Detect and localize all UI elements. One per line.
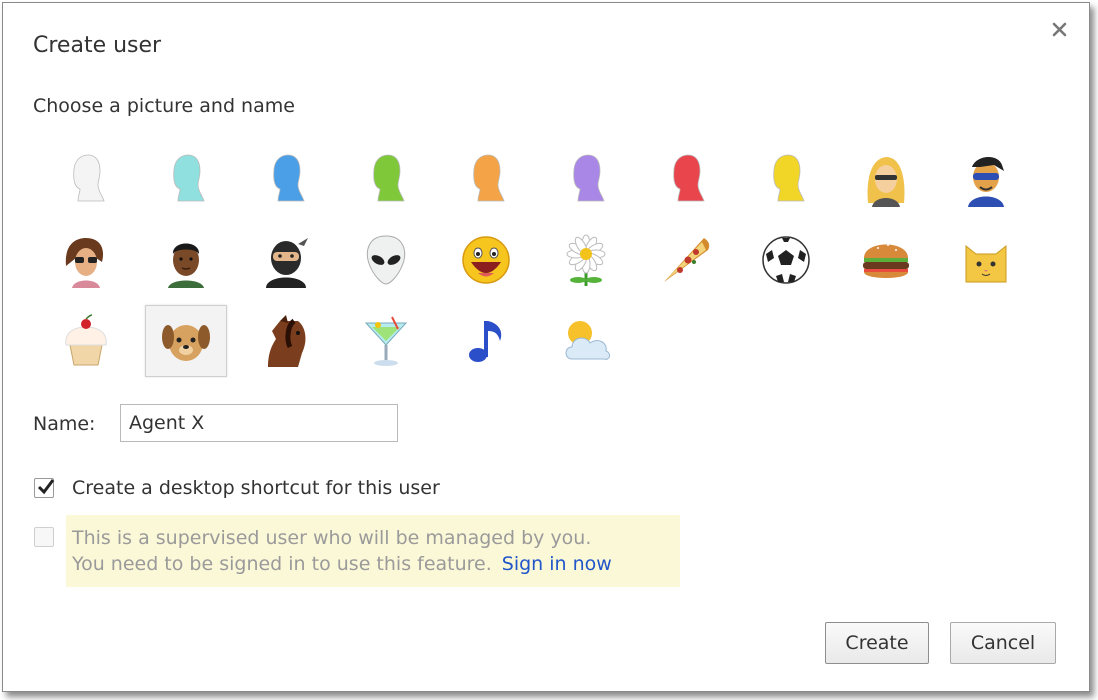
avatar-cupcake[interactable] [45,305,127,377]
avatar-cyan-silhouette[interactable] [145,143,227,215]
avatar-cat[interactable] [945,224,1027,296]
alien-icon [366,235,406,285]
supervised-line-2: You need to be signed in to use this fea… [72,553,492,575]
yellow-silhouette-icon [773,154,805,202]
shortcut-label: Create a desktop shortcut for this user [72,477,440,499]
name-label: Name: [33,413,96,435]
green-silhouette-icon [373,154,405,202]
avatar-music-note[interactable] [445,305,527,377]
close-icon[interactable] [1049,19,1071,41]
avatar-sun-cloud[interactable] [545,305,627,377]
avatar-alien[interactable] [345,224,427,296]
superhero-icon [968,156,1004,207]
supervised-checkbox [34,527,54,547]
sun-cloud-icon [565,321,611,360]
shortcut-row: Create a desktop shortcut for this user [34,477,440,499]
shortcut-checkbox[interactable] [34,478,55,498]
avatar-daisy[interactable] [545,224,627,296]
orange-silhouette-icon [473,154,505,202]
avatar-dog[interactable] [145,305,227,377]
avatar-cocktail[interactable] [345,305,427,377]
checkmark-icon [37,479,55,495]
avatar-soccer-ball[interactable] [745,224,827,296]
avatar-woman-sunglasses[interactable] [45,224,127,296]
avatar-grid [43,141,1043,381]
avatar-red-silhouette[interactable] [645,143,727,215]
sign-in-link[interactable]: Sign in now [502,553,612,575]
dialog-title: Create user [33,33,162,58]
supervised-line-1: This is a supervised user who will be ma… [72,527,592,549]
avatar-smiley[interactable] [445,224,527,296]
create-user-dialog: Create user Choose a picture and name Na… [2,2,1090,692]
create-button[interactable]: Create [825,622,929,664]
avatar-blue-silhouette[interactable] [245,143,327,215]
name-input[interactable] [120,404,398,442]
purple-silhouette-icon [573,154,605,202]
blonde-woman-icon [867,157,905,207]
avatar-horse[interactable] [245,305,327,377]
man-icon [168,243,204,288]
red-silhouette-icon [673,154,705,202]
cat-icon [965,244,1007,283]
avatar-yellow-silhouette[interactable] [745,143,827,215]
hamburger-icon [863,244,909,278]
cupcake-icon [65,314,107,366]
smiley-icon [462,236,510,284]
avatar-blonde-woman[interactable] [845,143,927,215]
dog-icon [162,325,210,361]
avatar-superhero[interactable] [945,143,1027,215]
ninja-icon [266,238,308,288]
cyan-silhouette-icon [173,154,205,202]
daisy-icon [566,234,606,286]
picture-prompt: Choose a picture and name [33,95,295,117]
cocktail-icon [364,316,408,366]
avatar-pizza[interactable] [645,224,727,296]
avatar-purple-silhouette[interactable] [545,143,627,215]
blue-silhouette-icon [273,154,305,202]
avatar-ninja[interactable] [245,224,327,296]
avatar-man[interactable] [145,224,227,296]
avatar-white-silhouette[interactable] [45,143,127,215]
supervised-text: This is a supervised user who will be ma… [72,525,612,577]
woman-sunglasses-icon [65,238,104,288]
soccer-ball-icon [762,236,810,284]
avatar-orange-silhouette[interactable] [445,143,527,215]
pizza-icon [664,238,710,282]
cancel-button[interactable]: Cancel [950,622,1056,664]
music-note-icon [469,321,502,362]
white-silhouette-icon [73,154,105,202]
horse-icon [268,315,306,367]
avatar-green-silhouette[interactable] [345,143,427,215]
avatar-hamburger[interactable] [845,224,927,296]
